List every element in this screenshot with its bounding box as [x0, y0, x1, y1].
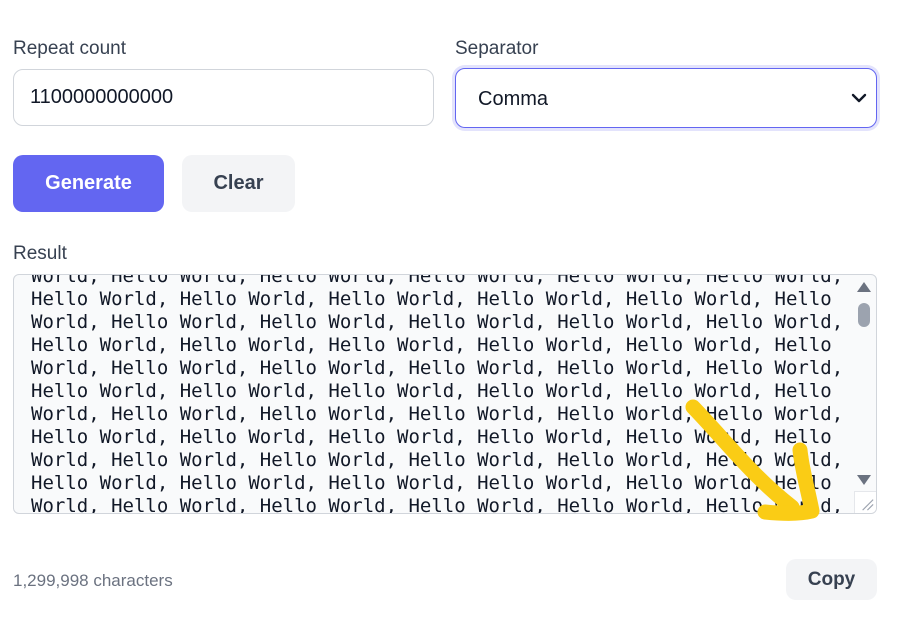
result-label: Result — [13, 243, 67, 264]
separator-select[interactable]: Comma — [455, 68, 877, 128]
copy-button[interactable]: Copy — [786, 559, 877, 600]
result-line: World, Hello World, Hello World, Hello W… — [31, 449, 844, 471]
result-line: Hello World, Hello World, Hello World, H… — [31, 472, 832, 494]
result-line: World, Hello World, Hello World, Hello W… — [31, 357, 844, 379]
result-line: World, Hello World, Hello World, Hello W… — [31, 311, 844, 333]
character-count: 1,299,998 characters — [13, 571, 173, 590]
result-textarea[interactable]: World, Hello World, Hello World, Hello W… — [13, 274, 877, 514]
result-line: Hello World, Hello World, Hello World, H… — [31, 426, 832, 448]
scroll-thumb[interactable] — [858, 303, 870, 327]
scroll-up-icon[interactable] — [857, 282, 871, 292]
result-line: World, Hello World, Hello World, Hello W… — [31, 403, 844, 425]
separator-selected-value: Comma — [478, 88, 549, 110]
result-text: World, Hello World, Hello World, Hello W… — [31, 274, 844, 514]
clear-button[interactable]: Clear — [182, 155, 295, 212]
resize-handle-icon[interactable] — [854, 491, 876, 513]
result-line: World, Hello World, Hello World, Hello W… — [31, 274, 844, 287]
result-line: Hello World, Hello World, Hello World, H… — [31, 380, 832, 402]
repeat-count-label: Repeat count — [13, 38, 127, 59]
repeat-count-input[interactable] — [13, 69, 434, 126]
generate-button[interactable]: Generate — [13, 155, 164, 212]
separator-label: Separator — [455, 38, 539, 59]
result-line: Hello World, Hello World, Hello World, H… — [31, 288, 832, 310]
result-line: Hello World, Hello World, Hello World, H… — [31, 334, 832, 356]
result-scrollbar[interactable] — [852, 275, 876, 513]
result-line: World, Hello World, Hello World, Hello W… — [31, 495, 844, 514]
chevron-down-icon — [851, 93, 867, 103]
scroll-down-icon[interactable] — [857, 475, 871, 485]
